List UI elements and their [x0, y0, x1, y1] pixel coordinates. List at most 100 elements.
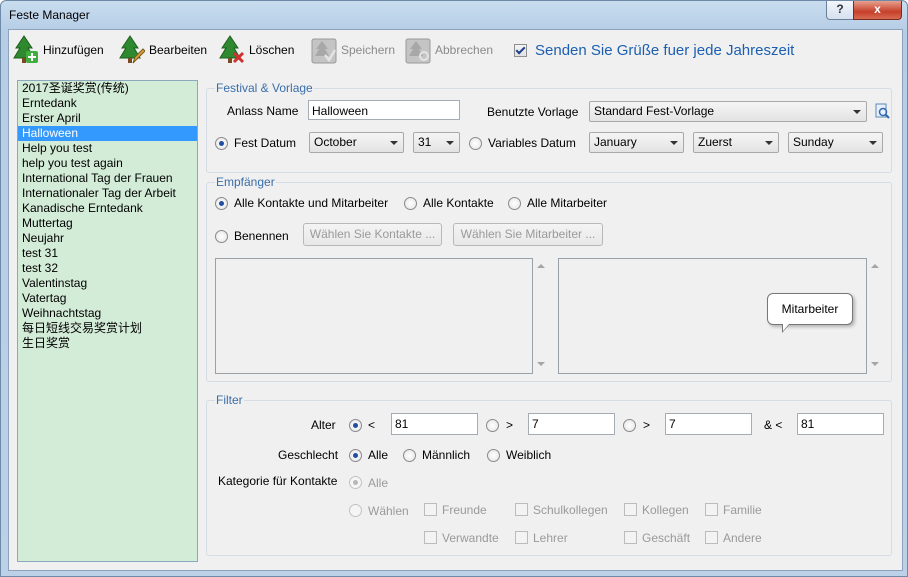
choose-contacts-button[interactable]: Wählen Sie Kontakte ... [303, 223, 442, 246]
staff-tooltip: Mitarbeiter [767, 293, 853, 333]
name-label: Benennen [234, 229, 289, 243]
festival-manager-window: Feste Manager ? x Hinzufügen Bearbeiten [0, 0, 908, 577]
category-schoolmates-checkbox[interactable] [515, 503, 528, 516]
category-friends-checkbox[interactable] [424, 503, 437, 516]
festival-list-item[interactable]: 每日短线交易奖赏计划 [18, 321, 197, 336]
template-select[interactable]: Standard Fest-Vorlage [589, 101, 867, 122]
tree-cancel-icon [405, 35, 431, 65]
age-range-radio[interactable] [623, 419, 636, 432]
age-lt-radio[interactable] [349, 419, 362, 432]
all-contacts-radio[interactable] [404, 197, 417, 210]
gender-female-label: Weiblich [506, 448, 552, 462]
festival-list-item[interactable]: Valentinstag [18, 276, 197, 291]
contacts-scrollbar[interactable] [534, 258, 548, 372]
category-label: Kategorie für Kontakte [218, 474, 338, 488]
festival-list-item[interactable]: Halloween [18, 126, 197, 141]
category-other-checkbox[interactable] [705, 531, 718, 544]
choose-staff-button[interactable]: Wählen Sie Mitarbeiter ... [453, 223, 603, 246]
add-button[interactable]: Hinzufügen [13, 34, 104, 66]
festival-list[interactable]: 2017圣诞奖赏(传统) Erntedank Erster April Hallowe… [17, 80, 198, 562]
festival-list-item[interactable]: 生日奖赏 [18, 336, 197, 351]
category-choose-radio[interactable] [349, 504, 362, 517]
occasion-name-input[interactable]: Halloween [308, 100, 460, 120]
delete-button[interactable]: Löschen [219, 34, 294, 66]
age-gt-symbol: > [506, 418, 514, 432]
send-greetings-checkbox[interactable] [514, 44, 527, 57]
festival-list-item[interactable]: Vatertag [18, 291, 197, 306]
month-select-value: October [314, 135, 357, 149]
day-select[interactable]: 31 [413, 132, 460, 153]
month-select[interactable]: October [309, 132, 404, 153]
tree-delete-icon [219, 35, 245, 65]
age-gt-radio[interactable] [486, 419, 499, 432]
category-teachers-checkbox[interactable] [515, 531, 528, 544]
save-button[interactable]: Speichern [311, 34, 395, 66]
title-bar: Feste Manager ? x [1, 1, 907, 29]
festival-list-item[interactable]: Erster April [18, 111, 197, 126]
category-family-checkbox[interactable] [705, 503, 718, 516]
gender-label: Geschlecht [278, 448, 339, 462]
cancel-label: Abbrechen [435, 43, 494, 57]
chevron-down-icon [869, 141, 877, 145]
scroll-down-icon[interactable] [537, 362, 545, 366]
festival-list-item[interactable]: help you test again [18, 156, 197, 171]
name-radio[interactable] [215, 230, 228, 243]
tree-save-icon [311, 35, 337, 65]
contacts-listbox[interactable] [215, 258, 533, 374]
festival-list-item[interactable]: Weihnachtstag [18, 306, 197, 321]
category-colleagues-label: Kollegen [642, 503, 689, 517]
category-business-checkbox[interactable] [624, 531, 637, 544]
all-contacts-label: Alle Kontakte [423, 196, 494, 210]
filter-legend: Filter [215, 393, 244, 407]
scroll-up-icon[interactable] [537, 264, 545, 268]
edit-button[interactable]: Bearbeiten [119, 34, 207, 66]
template-label: Benutzte Vorlage [487, 105, 579, 119]
send-greetings-toggle[interactable]: Senden Sie Grüße fuer jede Jahreszeit [514, 42, 794, 59]
variable-month-select[interactable]: January [589, 132, 684, 153]
variable-date-radio[interactable] [469, 137, 482, 150]
category-colleagues-checkbox[interactable] [624, 503, 637, 516]
festival-list-item[interactable]: Muttertag [18, 216, 197, 231]
fixed-date-radio[interactable] [215, 137, 228, 150]
festival-list-item[interactable]: Neujahr [18, 231, 197, 246]
category-relatives-checkbox[interactable] [424, 531, 437, 544]
chevron-down-icon [446, 141, 454, 145]
age-range-to-input[interactable]: 81 [797, 413, 884, 435]
variable-weekday-select[interactable]: Sunday [788, 132, 883, 153]
chevron-down-icon [390, 141, 398, 145]
gender-all-radio[interactable] [349, 449, 362, 462]
scroll-up-icon[interactable] [871, 264, 879, 268]
chevron-down-icon [853, 110, 861, 114]
template-preview-icon[interactable] [874, 103, 890, 122]
age-lt-input[interactable]: 81 [391, 413, 478, 435]
festival-list-item[interactable]: test 31 [18, 246, 197, 261]
category-family-label: Familie [723, 503, 762, 517]
save-label: Speichern [341, 43, 396, 57]
festival-list-item[interactable]: Kanadische Erntedank [18, 201, 197, 216]
add-label: Hinzufügen [43, 43, 104, 57]
staff-scrollbar[interactable] [868, 258, 882, 372]
gender-male-radio[interactable] [403, 449, 416, 462]
category-business-label: Geschäft [642, 531, 691, 545]
cancel-button[interactable]: Abbrechen [405, 34, 493, 66]
recipients-legend: Empfänger [215, 175, 276, 189]
fixed-date-label: Fest Datum [234, 136, 297, 150]
gender-female-radio[interactable] [487, 449, 500, 462]
all-staff-radio[interactable] [508, 197, 521, 210]
scroll-down-icon[interactable] [871, 362, 879, 366]
variable-month-value: January [594, 135, 637, 149]
variable-order-select[interactable]: Zuerst [693, 132, 779, 153]
festival-list-item[interactable]: Internationaler Tag der Arbeit [18, 186, 197, 201]
close-button[interactable]: x [853, 1, 902, 20]
age-range-from-input[interactable]: 7 [665, 413, 752, 435]
help-button[interactable]: ? [826, 1, 854, 20]
all-contacts-staff-radio[interactable] [215, 197, 228, 210]
age-gt-input[interactable]: 7 [528, 413, 615, 435]
category-all-radio[interactable] [349, 476, 362, 489]
festival-list-item[interactable]: 2017圣诞奖赏(传统) [18, 81, 197, 96]
festival-list-item[interactable]: Erntedank [18, 96, 197, 111]
day-select-value: 31 [418, 135, 432, 149]
festival-list-item[interactable]: Help you test [18, 141, 197, 156]
festival-list-item[interactable]: International Tag der Frauen [18, 171, 197, 186]
festival-list-item[interactable]: test 32 [18, 261, 197, 276]
